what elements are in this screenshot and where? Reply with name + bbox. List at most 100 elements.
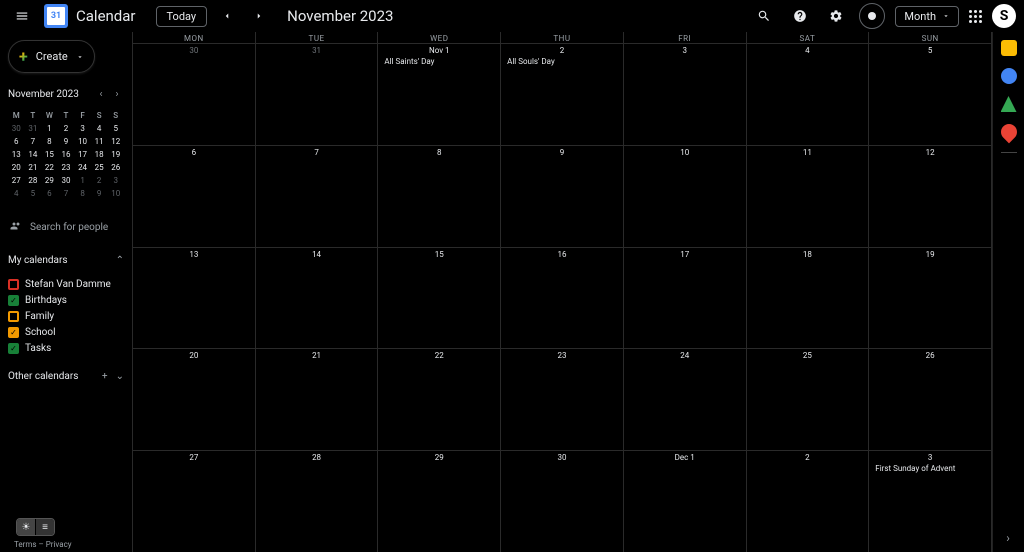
calendar-item[interactable]: ✓Birthdays	[8, 294, 124, 307]
support-button[interactable]	[787, 3, 813, 29]
mini-day-cell[interactable]: 7	[58, 187, 75, 200]
day-cell[interactable]: 3First Sunday of Advent	[869, 451, 992, 552]
mini-day-cell[interactable]: 11	[91, 135, 108, 148]
event-chip[interactable]: All Saints' Day	[382, 57, 496, 66]
mini-day-cell[interactable]: 25	[91, 161, 108, 174]
mini-day-cell[interactable]: 4	[8, 187, 25, 200]
day-cell[interactable]: 2	[747, 451, 870, 552]
my-calendars-header[interactable]: My calendars ⌃	[8, 253, 124, 268]
mini-day-cell[interactable]: 2	[91, 174, 108, 187]
mini-day-cell[interactable]: 1	[74, 174, 91, 187]
day-cell[interactable]: 6	[133, 146, 256, 247]
mini-day-cell[interactable]: 1	[41, 122, 58, 135]
mini-day-cell[interactable]: 2	[58, 122, 75, 135]
day-cell[interactable]: 24	[624, 349, 747, 450]
mini-day-cell[interactable]: 5	[25, 187, 42, 200]
mini-day-cell[interactable]: 23	[58, 161, 75, 174]
day-cell[interactable]: Dec 1	[624, 451, 747, 552]
mini-day-cell[interactable]: 8	[41, 135, 58, 148]
day-cell[interactable]: 13	[133, 248, 256, 349]
calendar-checkbox[interactable]	[8, 279, 19, 290]
mini-day-cell[interactable]: 7	[25, 135, 42, 148]
calendar-item[interactable]: ✓School	[8, 326, 124, 339]
mini-day-cell[interactable]: 21	[25, 161, 42, 174]
keep-addon-button[interactable]	[1001, 40, 1017, 56]
day-cell[interactable]: 28	[256, 451, 379, 552]
calendar-checkbox[interactable]: ✓	[8, 343, 19, 354]
day-cell[interactable]: 7	[256, 146, 379, 247]
main-menu-button[interactable]	[8, 2, 36, 30]
mini-day-cell[interactable]: 20	[8, 161, 25, 174]
mini-day-cell[interactable]: 8	[74, 187, 91, 200]
day-cell[interactable]: 30	[133, 44, 256, 145]
mini-day-cell[interactable]: 5	[107, 122, 124, 135]
mini-day-cell[interactable]: 19	[107, 148, 124, 161]
day-cell[interactable]: 19	[869, 248, 992, 349]
maps-addon-button[interactable]	[997, 121, 1020, 144]
day-cell[interactable]: 26	[869, 349, 992, 450]
calendar-checkbox[interactable]: ✓	[8, 295, 19, 306]
view-selector[interactable]: Month	[895, 6, 959, 27]
day-cell[interactable]: 14	[256, 248, 379, 349]
day-cell[interactable]: 25	[747, 349, 870, 450]
day-cell[interactable]: 11	[747, 146, 870, 247]
mini-day-cell[interactable]: 28	[25, 174, 42, 187]
mini-day-cell[interactable]: 27	[8, 174, 25, 187]
day-cell[interactable]: 3	[624, 44, 747, 145]
mini-day-cell[interactable]: 3	[107, 174, 124, 187]
mini-day-cell[interactable]: 24	[74, 161, 91, 174]
mini-day-cell[interactable]: 9	[91, 187, 108, 200]
day-cell[interactable]: Nov 1All Saints' Day	[378, 44, 501, 145]
mini-day-cell[interactable]: 15	[41, 148, 58, 161]
hide-side-panel-button[interactable]: ›	[1000, 530, 1016, 546]
add-other-calendar-button[interactable]: +	[102, 371, 108, 382]
day-cell[interactable]: 31	[256, 44, 379, 145]
mini-day-cell[interactable]: 16	[58, 148, 75, 161]
day-cell[interactable]: 27	[133, 451, 256, 552]
mini-day-cell[interactable]: 9	[58, 135, 75, 148]
day-cell[interactable]: 12	[869, 146, 992, 247]
day-cell[interactable]: 18	[747, 248, 870, 349]
mini-next-button[interactable]: ›	[110, 87, 124, 101]
mini-day-cell[interactable]: 26	[107, 161, 124, 174]
day-cell[interactable]: 22	[378, 349, 501, 450]
mini-day-cell[interactable]: 10	[74, 135, 91, 148]
create-button[interactable]: + Create	[8, 40, 95, 73]
day-cell[interactable]: 17	[624, 248, 747, 349]
event-chip[interactable]: All Souls' Day	[505, 57, 619, 66]
day-cell[interactable]: 21	[256, 349, 379, 450]
day-cell[interactable]: 29	[378, 451, 501, 552]
mini-day-cell[interactable]: 31	[25, 122, 42, 135]
terms-link[interactable]: Terms	[14, 540, 36, 549]
mini-day-cell[interactable]: 30	[8, 122, 25, 135]
mini-day-cell[interactable]: 29	[41, 174, 58, 187]
calendar-checkbox[interactable]: ✓	[8, 327, 19, 338]
list-theme-button[interactable]: ≡	[36, 519, 54, 535]
day-cell[interactable]: 23	[501, 349, 624, 450]
day-cell[interactable]: 8	[378, 146, 501, 247]
mini-day-cell[interactable]: 6	[41, 187, 58, 200]
mini-day-cell[interactable]: 30	[58, 174, 75, 187]
calendar-item[interactable]: Family	[8, 310, 124, 323]
day-cell[interactable]: 5	[869, 44, 992, 145]
mini-day-cell[interactable]: 12	[107, 135, 124, 148]
settings-button[interactable]	[823, 3, 849, 29]
day-cell[interactable]: 30	[501, 451, 624, 552]
mini-day-cell[interactable]: 10	[107, 187, 124, 200]
mini-day-cell[interactable]: 22	[41, 161, 58, 174]
day-cell[interactable]: 9	[501, 146, 624, 247]
dark-mode-toggle[interactable]	[859, 3, 885, 29]
day-cell[interactable]: 2All Souls' Day	[501, 44, 624, 145]
mini-prev-button[interactable]: ‹	[94, 87, 108, 101]
mini-day-cell[interactable]: 3	[74, 122, 91, 135]
mini-day-cell[interactable]: 4	[91, 122, 108, 135]
day-cell[interactable]: 4	[747, 44, 870, 145]
day-cell[interactable]: 20	[133, 349, 256, 450]
light-theme-button[interactable]: ☀	[17, 519, 35, 535]
search-button[interactable]	[751, 3, 777, 29]
today-button[interactable]: Today	[156, 6, 208, 27]
prev-month-button[interactable]	[215, 4, 239, 28]
mini-day-cell[interactable]: 6	[8, 135, 25, 148]
calendar-checkbox[interactable]	[8, 311, 19, 322]
contacts-addon-button[interactable]	[1001, 96, 1017, 112]
